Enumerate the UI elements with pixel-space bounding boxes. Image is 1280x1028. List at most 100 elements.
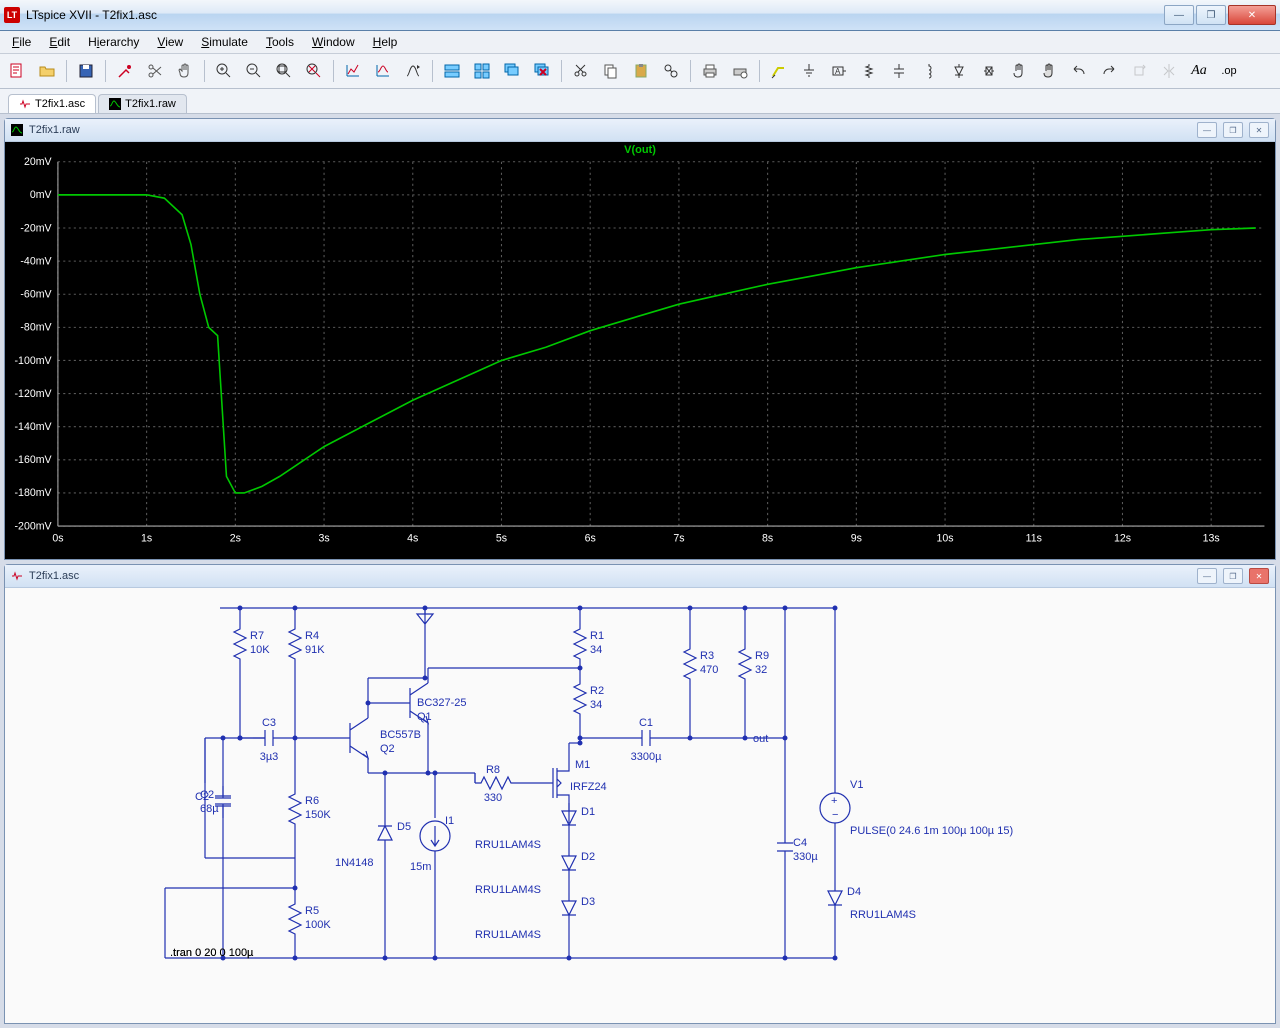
probe-button[interactable] [112,58,138,84]
resistor-button[interactable] [856,58,882,84]
svg-text:10K: 10K [250,644,270,656]
menu-simulate[interactable]: Simulate [193,33,256,51]
zoom-out-button[interactable] [241,58,267,84]
print-setup-button[interactable] [727,58,753,84]
minimize-button[interactable]: — [1164,5,1194,25]
menu-hierarchy[interactable]: Hierarchy [80,33,147,51]
drag-button[interactable] [1036,58,1062,84]
maximize-button[interactable]: ❐ [1196,5,1226,25]
schematic-icon [11,570,23,582]
zoom-in-button[interactable] [211,58,237,84]
text-button[interactable]: Aa [1186,58,1212,84]
svg-text:68µ: 68µ [200,803,219,815]
new-schematic-button[interactable] [4,58,30,84]
svg-text:-180mV: -180mV [15,487,53,499]
cut-button[interactable] [568,58,594,84]
find-button[interactable] [658,58,684,84]
redo-button[interactable] [1096,58,1122,84]
close-all-button[interactable] [529,58,555,84]
svg-text:3s: 3s [318,532,329,544]
svg-text:BC327-25: BC327-25 [417,697,467,709]
tab-schematic[interactable]: T2fix1.asc [8,94,96,113]
waveform-icon [109,98,121,110]
schematic-icon [19,98,31,110]
svg-text:Q2: Q2 [380,743,395,755]
svg-text:out: out [753,733,768,745]
spice-directive-button[interactable]: .op [1216,58,1242,84]
titlebar: LT LTspice XVII - T2fix1.asc — ❐ ✕ [0,0,1280,31]
menu-view[interactable]: View [149,33,191,51]
svg-text:-140mV: -140mV [15,421,53,433]
plot-area[interactable]: V(out) 20mV0mV-20mV-40mV-60mV-80mV-100mV… [5,142,1275,559]
menu-file[interactable]: File [4,33,39,51]
pane-close-button[interactable]: ✕ [1249,568,1269,584]
trace-label[interactable]: V(out) [624,144,656,156]
save-button[interactable] [73,58,99,84]
app-icon: LT [4,7,20,23]
undo-button[interactable] [1066,58,1092,84]
tile-v-button[interactable] [469,58,495,84]
svg-text:34: 34 [590,699,602,711]
svg-text:V1: V1 [850,779,863,791]
svg-text:RRU1LAM4S: RRU1LAM4S [850,909,916,921]
menu-tools[interactable]: Tools [258,33,302,51]
pane-close-button[interactable]: ✕ [1249,122,1269,138]
cascade-button[interactable] [499,58,525,84]
svg-text:D1: D1 [581,806,595,818]
move-button[interactable] [1006,58,1032,84]
menu-window[interactable]: Window [304,33,363,51]
pane-minimize-button[interactable]: — [1197,568,1217,584]
svg-text:A: A [835,67,841,76]
svg-text:15m: 15m [410,861,431,873]
svg-text:20mV: 20mV [24,156,52,168]
ground-button[interactable] [796,58,822,84]
pane-minimize-button[interactable]: — [1197,122,1217,138]
diode-button[interactable] [946,58,972,84]
svg-text:6s: 6s [585,532,596,544]
schematic-area[interactable]: R710KR491KR134R234R3470R932C33µ3R6150KR5… [5,588,1275,1023]
paste-button[interactable] [628,58,654,84]
zoom-fit-button[interactable] [271,58,297,84]
menu-edit[interactable]: Edit [41,33,78,51]
tile-h-button[interactable] [439,58,465,84]
svg-text:I1: I1 [445,815,454,827]
tab-label: T2fix1.raw [125,98,176,110]
svg-text:34: 34 [590,644,602,656]
autorange-x-button[interactable] [370,58,396,84]
hand-icon[interactable] [172,58,198,84]
close-button[interactable]: ✕ [1228,5,1276,25]
tab-waveform[interactable]: T2fix1.raw [98,94,187,113]
mirror-button[interactable] [1156,58,1182,84]
autorange-y-button[interactable] [340,58,366,84]
run-button[interactable] [400,58,426,84]
component-button[interactable] [976,58,1002,84]
scissors-icon[interactable] [142,58,168,84]
svg-text:R3: R3 [700,650,714,662]
menu-help[interactable]: Help [365,33,406,51]
capacitor-button[interactable] [886,58,912,84]
rotate-button[interactable] [1126,58,1152,84]
svg-text:8s: 8s [762,532,773,544]
pane-maximize-button[interactable]: ❐ [1223,568,1243,584]
open-button[interactable] [34,58,60,84]
zoom-back-button[interactable] [301,58,327,84]
wire-button[interactable] [766,58,792,84]
svg-text:2s: 2s [230,532,241,544]
pane-maximize-button[interactable]: ❐ [1223,122,1243,138]
svg-text:RRU1LAM4S: RRU1LAM4S [475,839,541,851]
svg-text:D3: D3 [581,896,595,908]
svg-text:D2: D2 [581,851,595,863]
copy-button[interactable] [598,58,624,84]
svg-text:1N4148: 1N4148 [335,857,374,869]
svg-text:7s: 7s [673,532,684,544]
svg-text:+: + [831,795,837,807]
svg-text:13s: 13s [1203,532,1220,544]
inductor-button[interactable] [916,58,942,84]
svg-text:0s: 0s [52,532,63,544]
svg-text:-60mV: -60mV [20,288,52,300]
print-button[interactable] [697,58,723,84]
label-button[interactable]: A [826,58,852,84]
tabbar: T2fix1.asc T2fix1.raw [0,89,1280,114]
svg-text:11s: 11s [1026,532,1042,544]
svg-text:IRFZ24: IRFZ24 [570,781,607,793]
